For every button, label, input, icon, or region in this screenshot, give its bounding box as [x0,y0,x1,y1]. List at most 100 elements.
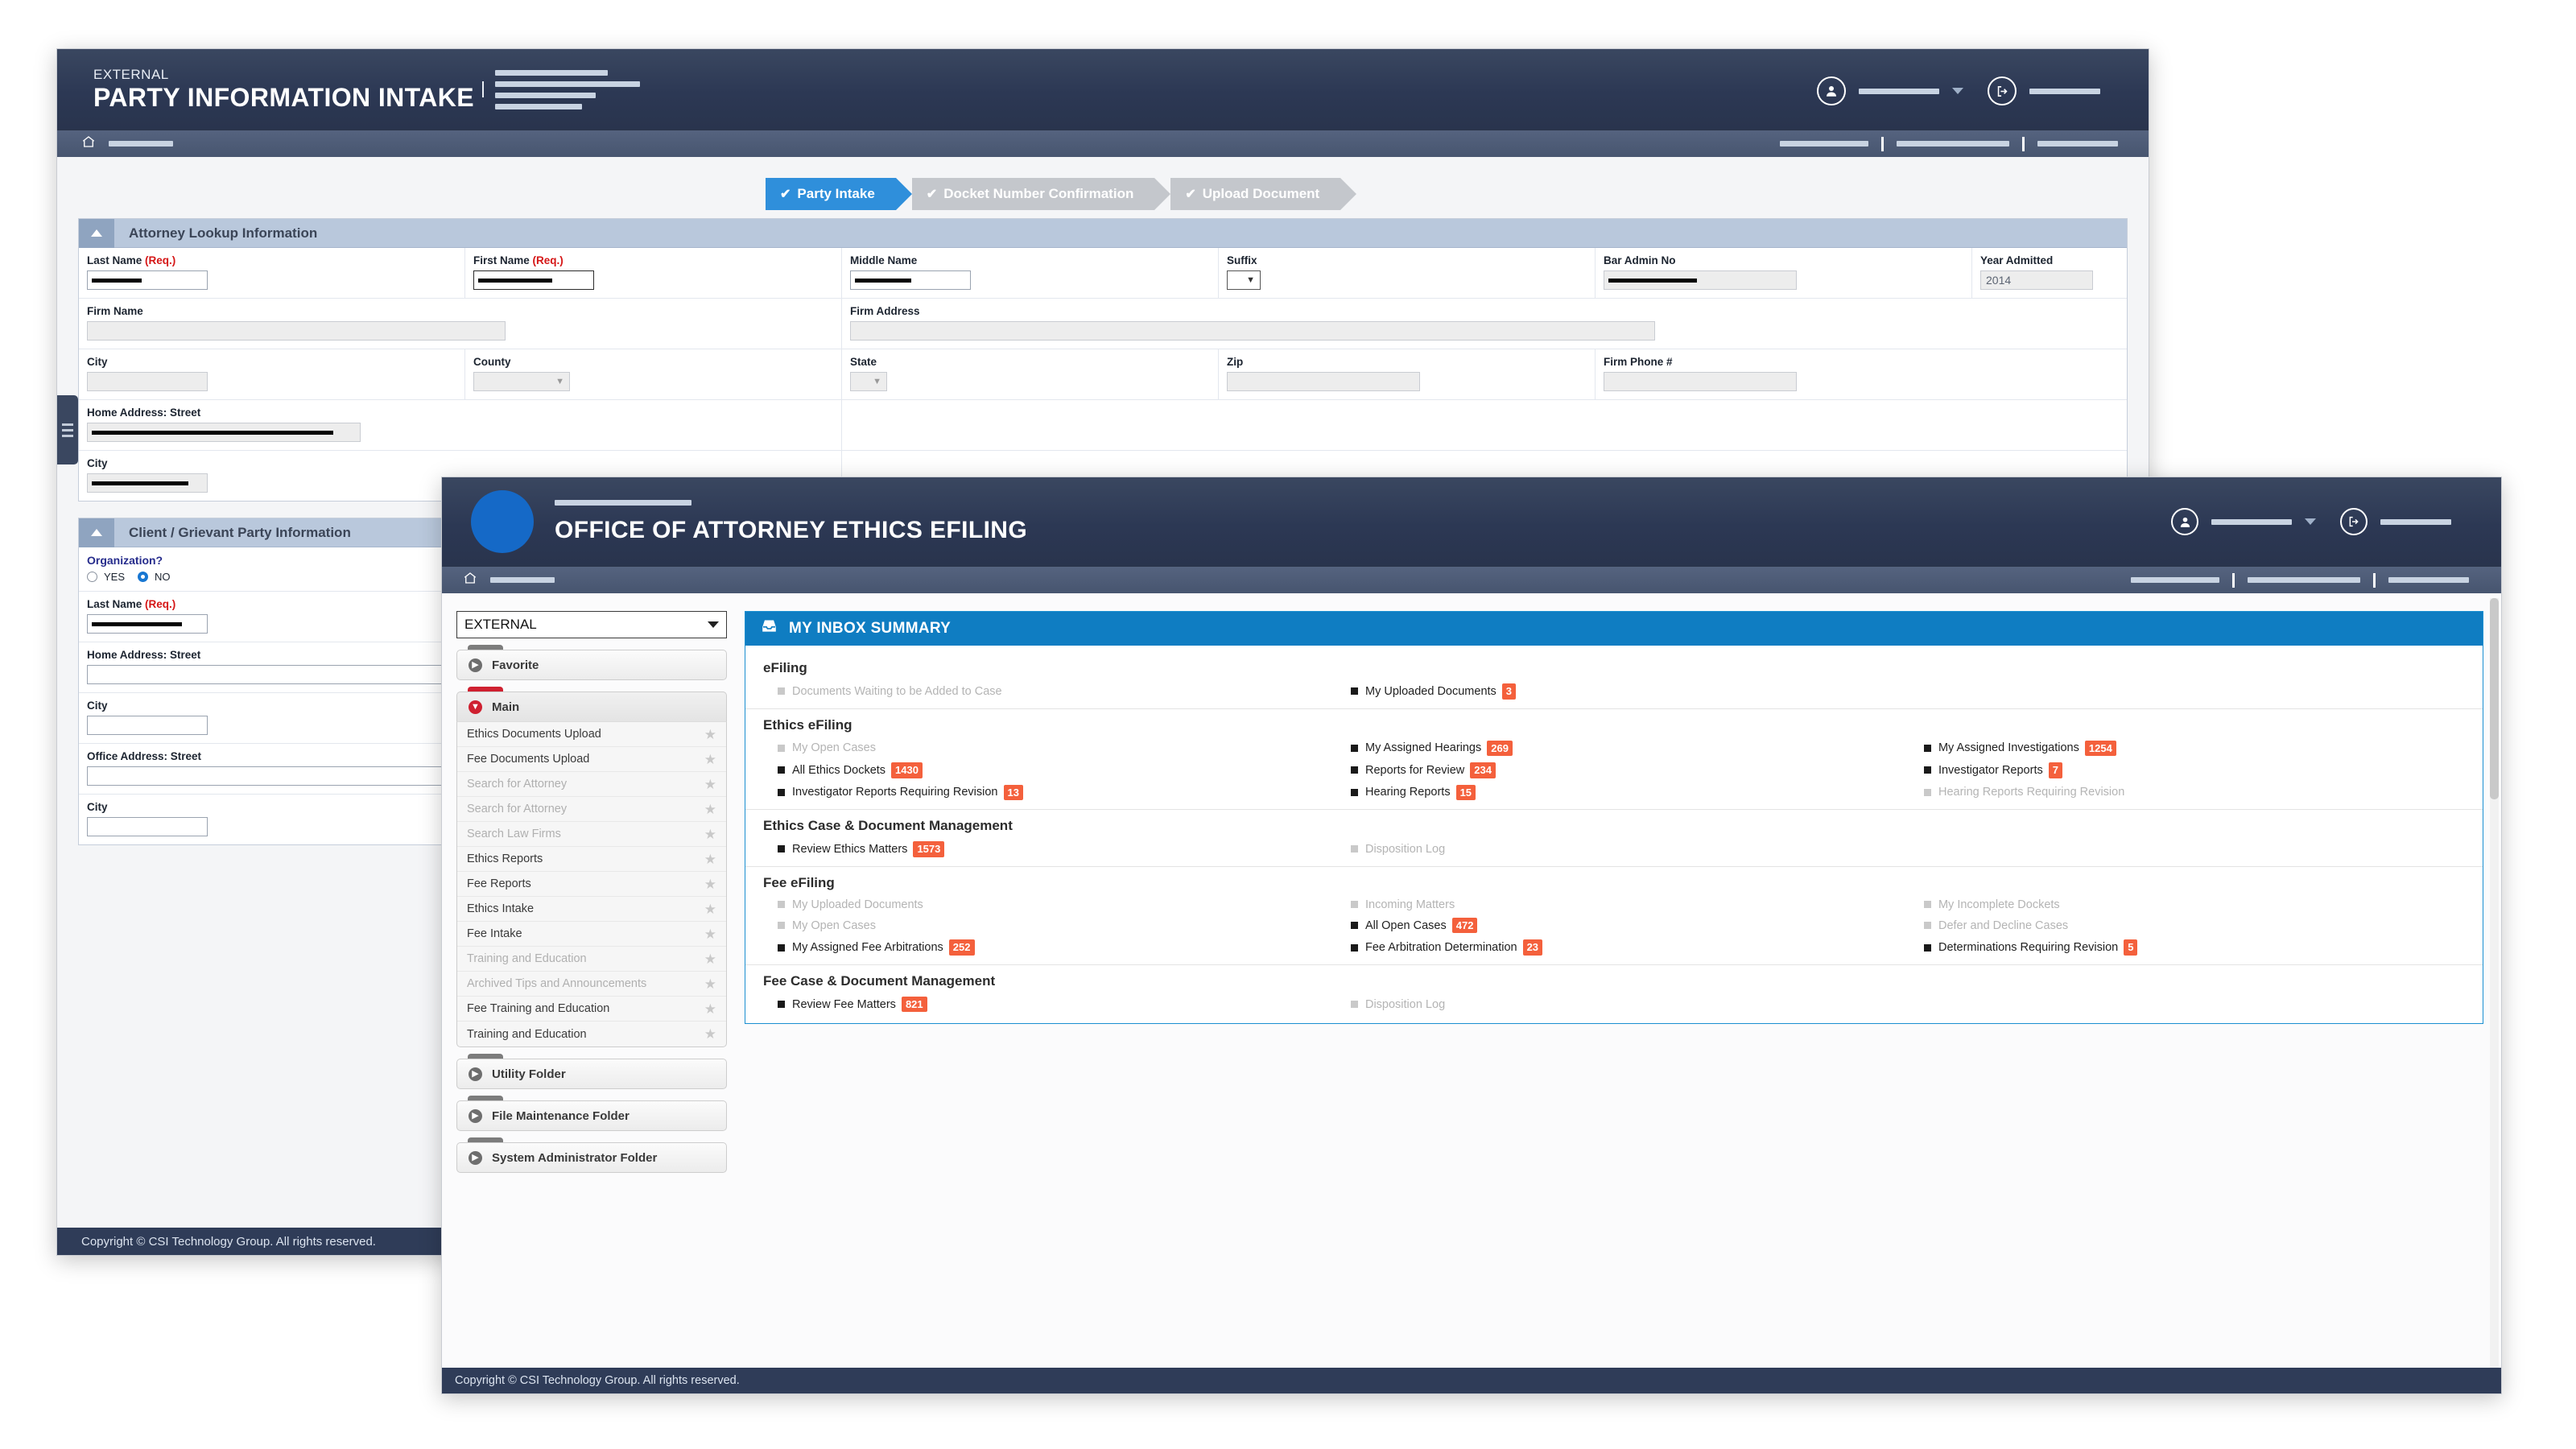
middle-name-input[interactable] [850,270,971,290]
favorite-star-icon[interactable]: ★ [704,977,716,991]
sidebar-item-ethics-reports[interactable]: Ethics Reports ★ [457,847,726,872]
state-select[interactable]: ▼ [850,372,887,391]
sidebar-item-training-and-education[interactable]: Training and Education ★ [457,1022,726,1046]
redacted-link-1[interactable] [1780,141,1868,147]
inbox-link-review-fee-matters[interactable]: Review Fee Matters 821 [763,993,1336,1016]
redacted-link-3[interactable] [2388,577,2469,583]
sidebar-item-fee-intake[interactable]: Fee Intake ★ [457,922,726,947]
user-circle-icon[interactable] [1817,76,1846,105]
favorite-star-icon[interactable]: ★ [704,927,716,941]
home-icon[interactable] [81,134,96,153]
user-circle-icon[interactable] [2171,508,2198,535]
favorite-star-icon[interactable]: ★ [704,728,716,741]
favorite-star-icon[interactable]: ★ [704,1002,716,1016]
inbox-vertical-scrollbar[interactable] [2490,598,2499,1387]
redacted-link-3[interactable] [2037,141,2118,147]
inbox-link-investigator-reports[interactable]: Investigator Reports 7 [1909,759,2483,782]
wizard-step-upload-document[interactable]: ✔ Upload Document [1170,178,1357,210]
field-firm-address: Firm Address [842,299,2109,349]
sidebar-item-search-for-attorney[interactable]: Search for Attorney ★ [457,797,726,822]
firm-name-input[interactable] [87,321,506,341]
folder-utility-folder: ▶ Utility Folder [456,1054,727,1089]
zip-input[interactable] [1227,372,1420,391]
expand-circle-icon[interactable]: ▶ [469,658,482,672]
inbox-link-review-ethics-matters[interactable]: Review Ethics Matters 1573 [763,838,1336,861]
wizard-step-party-intake[interactable]: ✔ Party Intake [766,178,912,210]
sidebar-item-search-law-firms[interactable]: Search Law Firms ★ [457,822,726,847]
redacted-link-2[interactable] [2248,577,2360,583]
inbox-link-fee-arbitration-determination[interactable]: Fee Arbitration Determination 23 [1336,936,1909,959]
folder-header[interactable]: ▼ Main [456,691,727,722]
radio-yes[interactable] [87,572,97,582]
sidebar-item-ethics-documents-upload[interactable]: Ethics Documents Upload ★ [457,722,726,747]
inbox-row: Documents Waiting to be Added to Case My … [763,680,2483,703]
sidebar-item-search-for-attorney[interactable]: Search for Attorney ★ [457,772,726,797]
home-city-input[interactable] [87,473,208,493]
first-name-input[interactable] [473,270,594,290]
collapse-triangle-icon[interactable] [79,218,114,248]
favorite-star-icon[interactable]: ★ [704,902,716,916]
logout-icon[interactable] [1988,76,2017,105]
logout-icon[interactable] [2340,508,2368,535]
folder-header[interactable]: ▶ Favorite [456,650,727,680]
county-select[interactable]: ▼ [473,372,570,391]
favorite-star-icon[interactable]: ★ [704,1027,716,1041]
inbox-link-my-uploaded-documents[interactable]: My Uploaded Documents 3 [1336,680,1909,703]
firm-address-input[interactable] [850,321,1655,341]
inbox-link-label: All Ethics Dockets [792,763,886,777]
wizard-step-docket-number-confirmation[interactable]: ✔ Docket Number Confirmation [911,178,1170,210]
expand-circle-icon[interactable]: ▶ [469,1067,482,1081]
front-footer: Copyright © CSI Technology Group. All ri… [442,1368,2501,1393]
collapse-circle-icon[interactable]: ▼ [469,700,482,714]
client-home-city-input[interactable] [87,716,208,735]
chevron-down-icon[interactable] [2305,518,2316,525]
favorite-star-icon[interactable]: ★ [704,828,716,841]
inbox-link-all-ethics-dockets[interactable]: All Ethics Dockets 1430 [763,759,1336,782]
radio-no[interactable] [138,572,149,582]
suffix-select[interactable]: ▼ [1227,270,1261,290]
inbox-link-all-open-cases[interactable]: All Open Cases 472 [1336,914,1909,937]
last-name-input[interactable] [87,270,208,290]
client-last-name-input[interactable] [87,614,208,634]
sidebar-item-fee-documents-upload[interactable]: Fee Documents Upload ★ [457,747,726,772]
scrollbar-thumb[interactable] [2490,598,2499,799]
favorite-star-icon[interactable]: ★ [704,852,716,866]
expand-circle-icon[interactable]: ▶ [469,1150,482,1165]
attorney-lookup-panel-header[interactable]: Attorney Lookup Information [79,218,2127,248]
folder-header[interactable]: ▶ File Maintenance Folder [456,1100,727,1131]
folder-header[interactable]: ▶ Utility Folder [456,1059,727,1089]
favorite-star-icon[interactable]: ★ [704,778,716,791]
bar-admin-no-input[interactable] [1604,270,1797,290]
redacted-link-1[interactable] [2131,577,2219,583]
inbox-link-reports-for-review[interactable]: Reports for Review 234 [1336,759,1909,782]
home-icon[interactable] [463,571,477,589]
favorite-star-icon[interactable]: ★ [704,753,716,766]
city-input[interactable] [87,372,208,391]
sidebar-collapse-handle[interactable] [57,395,78,464]
favorite-star-icon[interactable]: ★ [704,877,716,891]
inbox-link-determinations-requiring-revision[interactable]: Determinations Requiring Revision 5 [1909,936,2483,959]
inbox-link-investigator-reports-requiring-revision[interactable]: Investigator Reports Requiring Revision 1… [763,782,1336,804]
folder-header[interactable]: ▶ System Administrator Folder [456,1142,727,1173]
firm-phone-input[interactable] [1604,372,1797,391]
collapse-triangle-icon[interactable] [79,518,114,547]
redacted-link-2[interactable] [1897,141,2009,147]
client-office-city-input[interactable] [87,817,208,836]
chevron-down-icon[interactable] [1952,88,1963,94]
sidebar-item-archived-tips-and-announcements[interactable]: Archived Tips and Announcements ★ [457,972,726,997]
inbox-link-my-assigned-fee-arbitrations[interactable]: My Assigned Fee Arbitrations 252 [763,936,1336,959]
inbox-link-my-assigned-investigations[interactable]: My Assigned Investigations 1254 [1909,737,2483,760]
home-street-input[interactable] [87,423,361,442]
context-select[interactable]: EXTERNAL [456,611,727,638]
sidebar-item-fee-reports[interactable]: Fee Reports ★ [457,872,726,897]
sidebar-item-fee-training-and-education[interactable]: Fee Training and Education ★ [457,997,726,1022]
organization-radio-group[interactable]: YES NO [87,571,456,583]
inbox-link-hearing-reports[interactable]: Hearing Reports 15 [1336,782,1909,804]
inbox-link-my-assigned-hearings[interactable]: My Assigned Hearings 269 [1336,737,1909,760]
sidebar-item-training-and-education[interactable]: Training and Education ★ [457,947,726,972]
expand-circle-icon[interactable]: ▶ [469,1108,482,1123]
favorite-star-icon[interactable]: ★ [704,803,716,816]
office-of-attorney-ethics-efiling-window: OFFICE OF ATTORNEY ETHICS EFILING EXTERN… [441,477,2502,1394]
sidebar-item-ethics-intake[interactable]: Ethics Intake ★ [457,897,726,922]
favorite-star-icon[interactable]: ★ [704,952,716,966]
